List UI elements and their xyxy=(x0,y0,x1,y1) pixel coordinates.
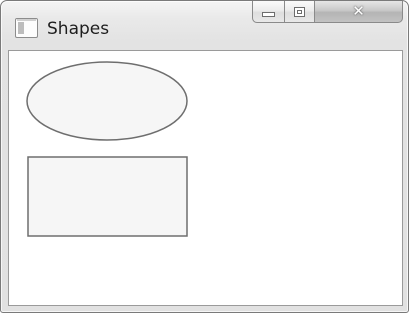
close-icon: ✕ xyxy=(352,2,365,20)
client-area xyxy=(8,50,403,306)
close-button[interactable]: ✕ xyxy=(315,1,403,23)
app-window-icon[interactable] xyxy=(15,18,38,38)
maximize-button[interactable] xyxy=(285,1,315,23)
minimize-button[interactable] xyxy=(252,1,285,23)
app-icon-bar xyxy=(17,19,36,21)
title-bar[interactable]: Shapes ✕ xyxy=(1,1,408,49)
shapes-canvas xyxy=(26,61,188,237)
maximize-icon xyxy=(294,6,305,17)
app-icon-pane xyxy=(18,22,24,34)
rectangle-shape xyxy=(27,156,188,237)
window-title: Shapes xyxy=(47,19,110,39)
shapes-window: Shapes ✕ xyxy=(0,0,409,313)
minimize-icon xyxy=(262,12,275,17)
caption-buttons: ✕ xyxy=(252,1,403,24)
ellipse-shape xyxy=(26,61,188,141)
